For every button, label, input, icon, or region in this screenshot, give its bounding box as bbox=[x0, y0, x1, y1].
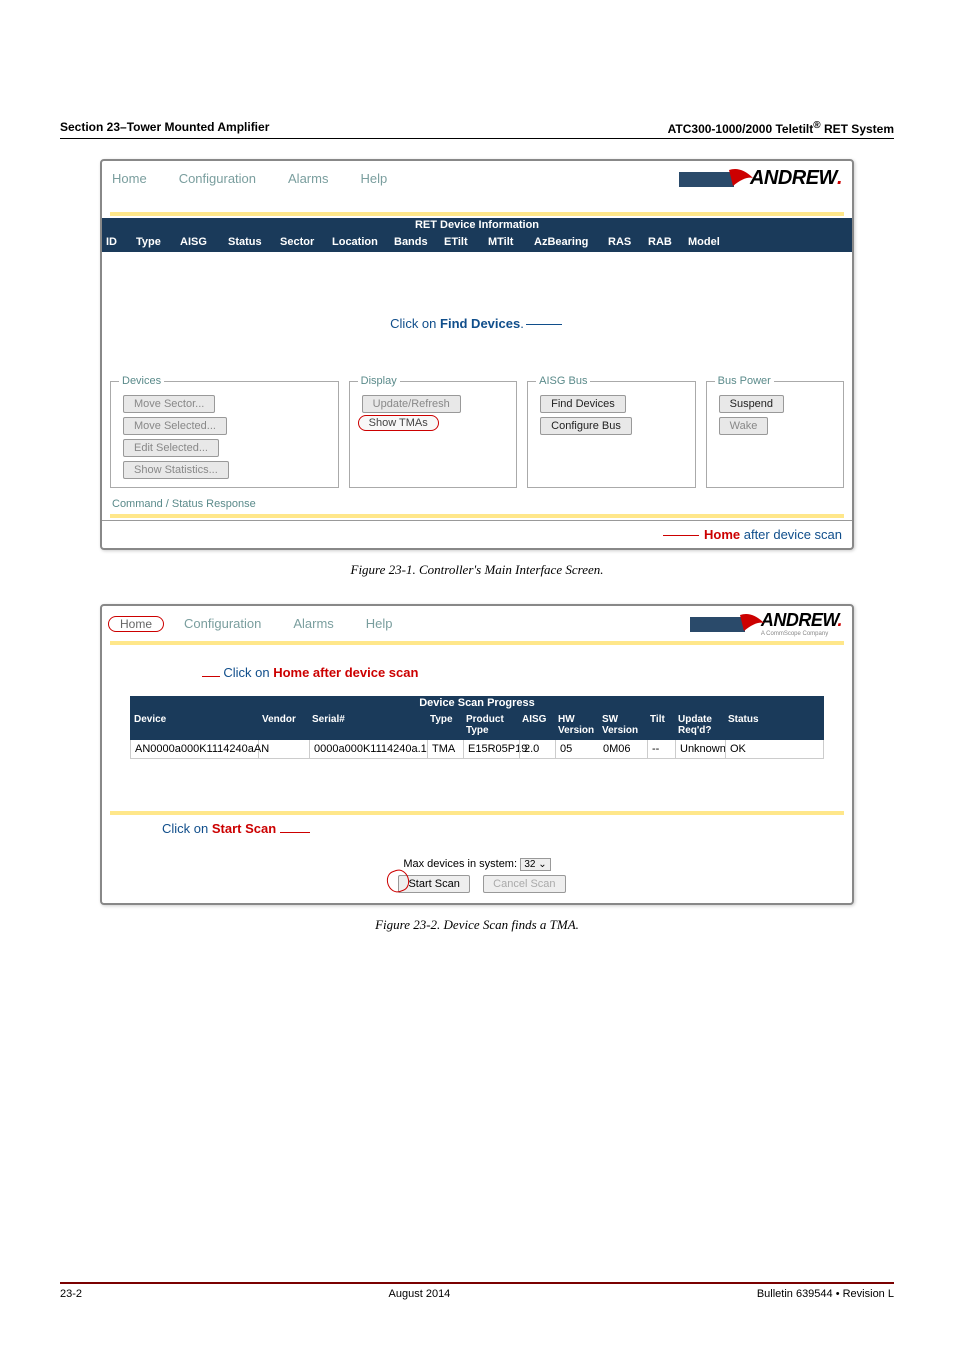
col2-device: Device bbox=[130, 710, 258, 740]
cell-hw: 05 bbox=[555, 740, 599, 758]
ret-table-columns: ID Type AISG Status Sector Location Band… bbox=[102, 232, 852, 252]
menu-home[interactable]: Home bbox=[112, 171, 147, 186]
display-legend: Display bbox=[358, 375, 400, 387]
menu-alarms[interactable]: Alarms bbox=[288, 171, 328, 186]
suspend-button[interactable]: Suspend bbox=[719, 395, 784, 413]
brand-logo: ANDREW. bbox=[679, 167, 842, 190]
move-sector-button[interactable]: Move Sector... bbox=[123, 395, 215, 413]
edit-selected-button[interactable]: Edit Selected... bbox=[123, 439, 219, 457]
col-aisg: AISG bbox=[176, 232, 224, 252]
col2-upd: Update Req'd? bbox=[674, 710, 724, 740]
click-find-devices-note: Click on Find Devices. bbox=[102, 316, 852, 331]
col2-tilt: Tilt bbox=[646, 710, 674, 740]
col-bands: Bands bbox=[390, 232, 440, 252]
col2-aisg: AISG bbox=[518, 710, 554, 740]
bus-legend: Bus Power bbox=[715, 375, 774, 387]
logo-text-2: ANDREW bbox=[761, 610, 838, 630]
aisg-legend: AISG Bus bbox=[536, 375, 590, 387]
find-devices-button[interactable]: Find Devices bbox=[540, 395, 626, 413]
brand-logo-2: ANDREW. A CommScope Company bbox=[690, 610, 842, 637]
col2-serial: Serial# bbox=[308, 710, 426, 740]
menu-alarms-2[interactable]: Alarms bbox=[293, 616, 333, 631]
col2-sw: SW Version bbox=[598, 710, 646, 740]
section-header-right: ATC300-1000/2000 Teletilt® RET System bbox=[668, 120, 894, 136]
screenshot-figure-2: Home Configuration Alarms Help ANDREW. A… bbox=[100, 604, 854, 905]
start-scan-button[interactable]: Start Scan bbox=[408, 878, 459, 890]
home-after-scan-note-bold: Home bbox=[704, 527, 740, 542]
col2-vendor: Vendor bbox=[258, 710, 308, 740]
scan-table-columns: Device Vendor Serial# Type Product Type … bbox=[130, 710, 824, 740]
cell-serial: 0000a000K1114240a.1 bbox=[309, 740, 427, 758]
footer-center: August 2014 bbox=[389, 1288, 451, 1300]
aisg-bus-fieldset: AISG Bus Find Devices Configure Bus bbox=[527, 375, 695, 488]
note-click-home-pre: Click on bbox=[223, 665, 273, 680]
col-ras: RAS bbox=[604, 232, 644, 252]
section-header-left: Section 23–Tower Mounted Amplifier bbox=[60, 120, 269, 136]
menu-configuration-2[interactable]: Configuration bbox=[184, 616, 261, 631]
cell-status: OK bbox=[725, 740, 823, 758]
col-sector: Sector bbox=[276, 232, 328, 252]
home-after-scan-note-rest: after device scan bbox=[740, 527, 842, 542]
move-selected-button[interactable]: Move Selected... bbox=[123, 417, 227, 435]
logo-text: ANDREW bbox=[750, 167, 837, 190]
logo-subtext: A CommScope Company bbox=[761, 631, 842, 637]
figure-1-caption: Figure 23-1. Controller's Main Interface… bbox=[60, 562, 894, 578]
cell-vendor bbox=[259, 740, 309, 758]
cell-sw: 0M06 bbox=[599, 740, 647, 758]
menu-help[interactable]: Help bbox=[360, 171, 387, 186]
menu-configuration[interactable]: Configuration bbox=[179, 171, 256, 186]
col2-status: Status bbox=[724, 710, 824, 740]
max-devices-label: Max devices in system: bbox=[403, 858, 517, 870]
scan-table-row: AN0000a000K1114240aAN 0000a000K1114240a.… bbox=[130, 740, 824, 759]
mid-bold: Find Devices bbox=[440, 316, 520, 331]
display-fieldset: Display Update/Refresh Show TMAs bbox=[349, 375, 517, 488]
col-location: Location bbox=[328, 232, 390, 252]
command-status-label: Command / Status Response bbox=[102, 496, 852, 512]
col-type: Type bbox=[132, 232, 176, 252]
note-start-scan-bold: Start Scan bbox=[212, 821, 276, 836]
cell-ptype: E15R05P19 bbox=[463, 740, 519, 758]
note-click-home-bold: Home after device scan bbox=[273, 665, 418, 680]
col2-ptype: Product Type bbox=[462, 710, 518, 740]
bus-power-fieldset: Bus Power Suspend Wake bbox=[706, 375, 844, 488]
devices-fieldset: Devices Move Sector... Move Selected... … bbox=[110, 375, 339, 488]
scan-table-title: Device Scan Progress bbox=[130, 696, 824, 710]
hdr-right-prefix: ATC300-1000/2000 Teletilt bbox=[668, 122, 814, 136]
menu-help-2[interactable]: Help bbox=[366, 616, 393, 631]
col-azbearing: AzBearing bbox=[530, 232, 604, 252]
cell-tilt: -- bbox=[647, 740, 675, 758]
hdr-right-suffix: RET System bbox=[821, 122, 894, 136]
screenshot-figure-1: Home Configuration Alarms Help ANDREW. R… bbox=[100, 159, 854, 550]
col-status: Status bbox=[224, 232, 276, 252]
cell-upd: Unknown bbox=[675, 740, 725, 758]
show-tmas-button[interactable]: Show TMAs bbox=[358, 415, 439, 431]
page-footer: 23-2 August 2014 Bulletin 639544 • Revis… bbox=[60, 1282, 894, 1300]
col-mtilt: MTilt bbox=[484, 232, 530, 252]
col-etilt: ETilt bbox=[440, 232, 484, 252]
figure-2-caption: Figure 23-2. Device Scan finds a TMA. bbox=[60, 917, 894, 933]
ret-table-title: RET Device Information bbox=[102, 218, 852, 232]
col-model: Model bbox=[684, 232, 852, 252]
col-rab: RAB bbox=[644, 232, 684, 252]
mid-pre: Click on bbox=[390, 316, 440, 331]
cancel-scan-button[interactable]: Cancel Scan bbox=[483, 875, 565, 893]
cell-device: AN0000a000K1114240aAN bbox=[131, 740, 259, 758]
col-id: ID bbox=[102, 232, 132, 252]
col2-hw: HW Version bbox=[554, 710, 598, 740]
show-statistics-button[interactable]: Show Statistics... bbox=[123, 461, 229, 479]
footer-right: Bulletin 639544 • Revision L bbox=[757, 1288, 894, 1300]
max-devices-select[interactable]: 32 ⌄ bbox=[520, 858, 550, 871]
menu-home-tab[interactable]: Home bbox=[108, 616, 164, 632]
devices-legend: Devices bbox=[119, 375, 164, 387]
note-start-scan-pre: Click on bbox=[162, 821, 212, 836]
col2-type: Type bbox=[426, 710, 462, 740]
cell-type: TMA bbox=[427, 740, 463, 758]
wake-button[interactable]: Wake bbox=[719, 417, 769, 435]
cell-aisg: 2.0 bbox=[519, 740, 555, 758]
footer-left: 23-2 bbox=[60, 1288, 82, 1300]
configure-bus-button[interactable]: Configure Bus bbox=[540, 417, 632, 435]
update-refresh-button[interactable]: Update/Refresh bbox=[362, 395, 461, 413]
